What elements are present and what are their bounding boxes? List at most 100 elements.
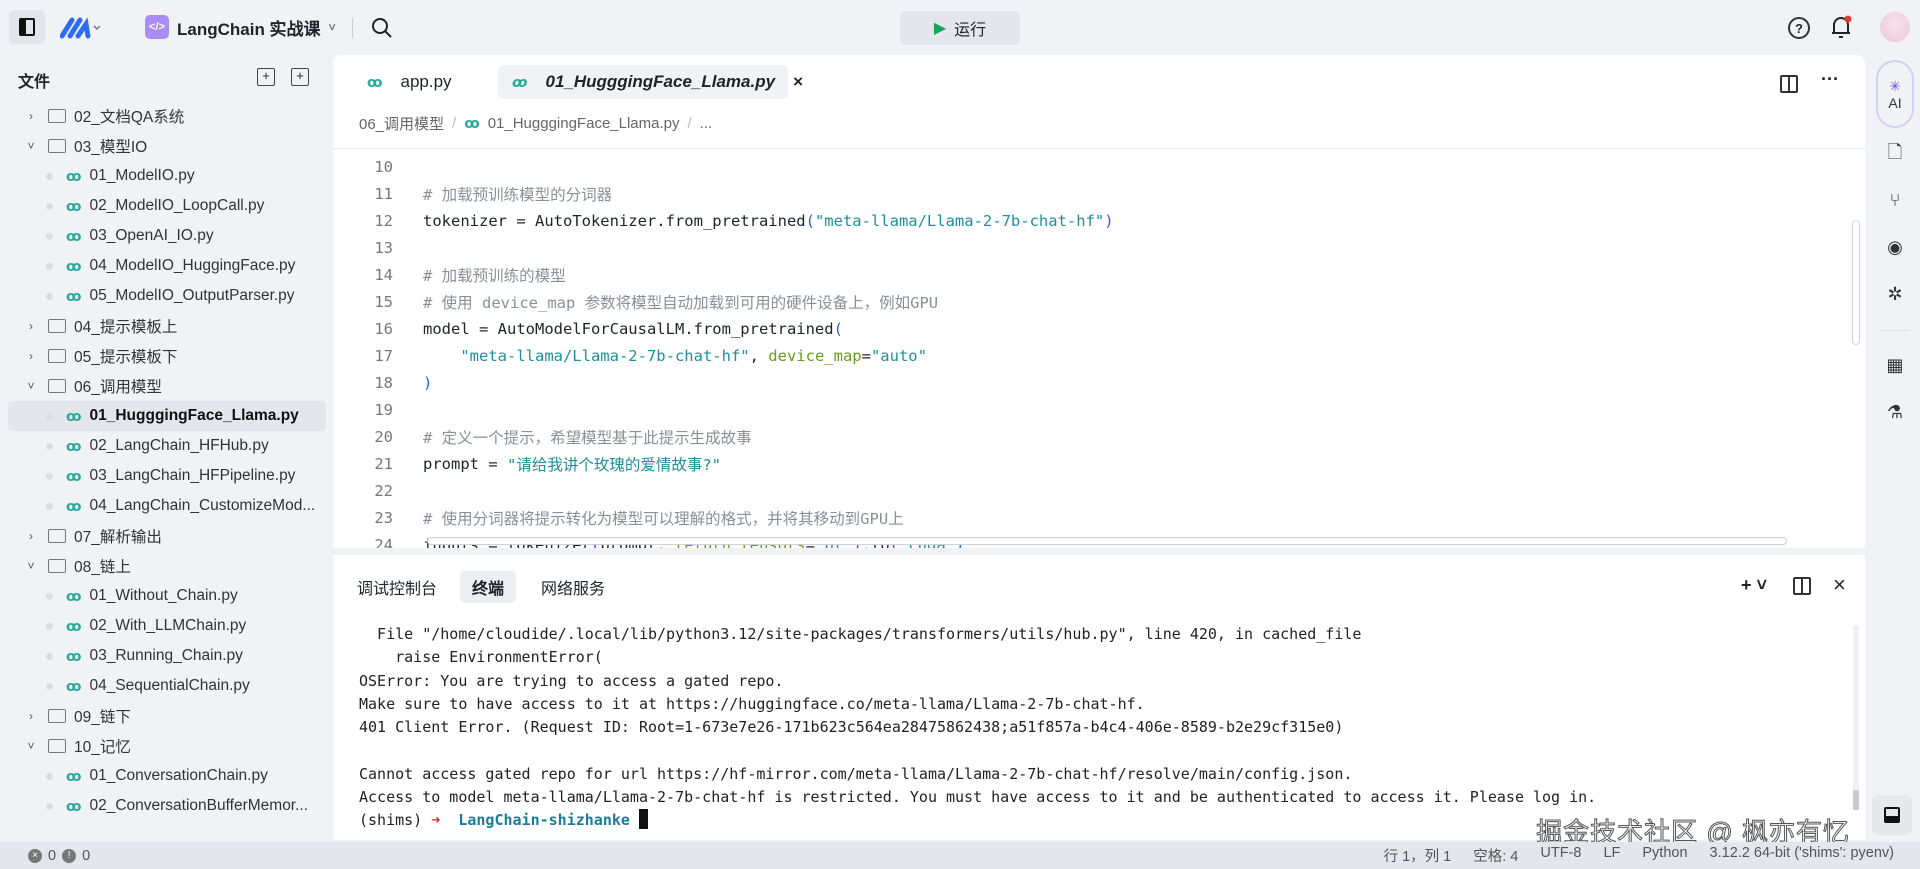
terminal-scrollbar[interactable]: [1853, 625, 1859, 810]
code-token: (: [833, 319, 843, 338]
breadcrumb-symbol[interactable]: ...: [700, 115, 713, 132]
run-label: 运行: [954, 22, 987, 39]
tree-file[interactable]: ꝏ 02_LangChain_HFHub.py: [0, 431, 330, 461]
editor-vertical-scrollbar[interactable]: [1852, 220, 1860, 345]
close-panel-icon[interactable]: ×: [1833, 572, 1846, 598]
terminal-output[interactable]: File "/home/cloudide/.local/lib/python3.…: [359, 623, 1596, 833]
code-line: 12 tokenizer = AutoTokenizer.from_pretrai…: [333, 207, 1833, 234]
tree-folder[interactable]: › 07_解析输出: [0, 521, 330, 551]
breadcrumb-file[interactable]: 01_HugggingFace_Llama.py: [488, 115, 680, 132]
code-line: 17 "meta-llama/Llama-2-7b-chat-hf", devi…: [333, 342, 1833, 369]
tree-file[interactable]: ꝏ 03_LangChain_HFPipeline.py: [0, 461, 330, 491]
tree-file[interactable]: ꝏ 04_LangChain_CustomizeMod...: [0, 491, 330, 521]
indentation[interactable]: 空格: 4: [1473, 845, 1518, 866]
tab-debug-console[interactable]: 调试控制台: [345, 571, 449, 603]
ai-assistant-button[interactable]: ✳ AI: [1876, 60, 1914, 128]
tree-label: 02_ConversationBufferMemor...: [89, 797, 309, 814]
tree-folder[interactable]: › 04_提示模板上: [0, 311, 330, 341]
tree-file[interactable]: ꝏ 01_HugggingFace_Llama.py: [8, 401, 326, 431]
tree-file[interactable]: ꝏ 04_SequentialChain.py: [0, 671, 330, 701]
tree-file[interactable]: ꝏ 02_ModelIO_LoopCall.py: [0, 191, 330, 221]
tree-label: 05_ModelIO_OutputParser.py: [89, 287, 295, 304]
code-line: 22: [333, 477, 1833, 504]
help-button[interactable]: ?: [1788, 17, 1810, 39]
toggle-panel-button[interactable]: [1872, 795, 1912, 835]
tab-app-py[interactable]: ꝏ app.py: [353, 65, 466, 99]
tab-terminal[interactable]: 终端: [460, 571, 517, 603]
indent-guide-dot: [46, 652, 53, 660]
python-interpreter[interactable]: 3.12.2 64-bit ('shims': pyenv): [1710, 845, 1894, 866]
preview-eye-icon[interactable]: ◉: [1878, 230, 1912, 264]
code-line: 14 # 加载预训练的模型: [333, 261, 1833, 288]
tree-file[interactable]: ꝏ 05_ModelIO_OutputParser.py: [0, 281, 330, 311]
tree-file[interactable]: ꝏ 02_ConversationBufferMemor...: [0, 791, 330, 821]
notifications-button[interactable]: [1830, 15, 1852, 39]
chevron-right-icon: ›: [29, 709, 33, 723]
tree-file[interactable]: ꝏ 01_Without_Chain.py: [0, 581, 330, 611]
breadcrumb-folder[interactable]: 06_调用模型: [359, 113, 444, 134]
line-ending[interactable]: LF: [1603, 845, 1620, 866]
code-line: 16 model = AutoModelForCausalLM.from_pret…: [333, 315, 1833, 342]
cursor-position[interactable]: 行 1，列 1: [1384, 845, 1452, 866]
split-terminal-icon[interactable]: [1793, 577, 1811, 595]
new-folder-icon[interactable]: +: [291, 68, 309, 86]
prompt-arrow: ➜: [431, 811, 441, 830]
search-button[interactable]: [370, 16, 394, 40]
tree-folder[interactable]: ˅ 03_模型IO: [0, 131, 330, 161]
source-control-icon[interactable]: ⑂: [1878, 183, 1912, 217]
tree-label: 04_提示模板上: [74, 319, 178, 336]
tree-file[interactable]: ꝏ 01_ModelIO.py: [0, 161, 330, 191]
code-token: "meta-llama/Llama-2-7b-chat-hf": [814, 211, 1105, 230]
sidebar-toggle-button[interactable]: [9, 10, 45, 44]
tree-file[interactable]: ꝏ 01_ConversationChain.py: [0, 761, 330, 791]
tree-label: 03_OpenAI_IO.py: [89, 227, 214, 244]
editor-horizontal-scrollbar[interactable]: [427, 537, 1787, 545]
marscode-logo[interactable]: [59, 14, 101, 40]
prompt-directory: LangChain-shizhanke: [458, 811, 630, 830]
run-button[interactable]: ▶ 运行: [900, 11, 1020, 45]
activity-bar: ✳ AI 🗋 ⑂ ◉ ✲ ▦ ⚗: [1870, 55, 1920, 835]
tab-hugggingface-llama[interactable]: ꝏ 01_HugggingFace_Llama.py ×: [498, 65, 803, 99]
testing-flask-icon[interactable]: ⚗: [1878, 395, 1912, 429]
breadcrumb-separator: /: [687, 115, 692, 132]
new-terminal-button[interactable]: + ˅: [1741, 575, 1767, 596]
folder-icon: [48, 139, 66, 153]
project-name: LangChain 实战课: [177, 19, 321, 39]
tree-folder[interactable]: ˅ 06_调用模型: [0, 371, 330, 401]
tree-folder[interactable]: › 09_链下: [0, 701, 330, 731]
user-avatar[interactable]: [1880, 12, 1910, 42]
terminal-line: Make sure to have access to it at https:…: [359, 694, 1145, 713]
tree-file[interactable]: ꝏ 03_Running_Chain.py: [0, 641, 330, 671]
encoding[interactable]: UTF-8: [1540, 845, 1581, 866]
tree-folder[interactable]: › 05_提示模板下: [0, 341, 330, 371]
project-selector[interactable]: </> LangChain 实战课 ˅: [145, 12, 336, 42]
tree-folder[interactable]: › 02_文档QA系统: [0, 101, 330, 131]
status-bar: × 0 ! 0 行 1，列 1 空格: 4 UTF-8 LF Python 3.12…: [0, 842, 1920, 869]
python-file-icon: ꝏ: [66, 797, 82, 814]
indent-guide-dot: [46, 772, 53, 780]
line-number: 21: [374, 454, 393, 473]
tree-file[interactable]: ꝏ 02_With_LLMChain.py: [0, 611, 330, 641]
tree-folder[interactable]: ˅ 08_链上: [0, 551, 330, 581]
indent-guide-dot: [46, 202, 53, 210]
close-tab-icon[interactable]: ×: [793, 72, 803, 92]
extensions-grid-icon[interactable]: ▦: [1878, 348, 1912, 382]
file-search-icon[interactable]: 🗋: [1878, 138, 1912, 172]
tree-folder[interactable]: ˅ 10_记忆: [0, 731, 330, 761]
code-area[interactable]: 10 11 # 加载预训练模型的分词器 12 tokenizer = AutoToken…: [333, 153, 1833, 549]
language-mode[interactable]: Python: [1642, 845, 1687, 866]
debug-bug-icon[interactable]: ✲: [1878, 277, 1912, 311]
code-line: 15 # 使用 device_map 参数将模型自动加载到可用的硬件设备上，例如G…: [333, 288, 1833, 315]
tree-label: 01_Without_Chain.py: [89, 587, 238, 604]
new-file-icon[interactable]: +: [257, 68, 275, 86]
tab-network-services[interactable]: 网络服务: [529, 571, 617, 603]
tree-file[interactable]: ꝏ 04_ModelIO_HuggingFace.py: [0, 251, 330, 281]
more-actions-icon[interactable]: ···: [1821, 69, 1839, 90]
warning-count: 0: [82, 847, 91, 864]
split-editor-icon[interactable]: [1780, 75, 1798, 93]
code-token: ): [1104, 211, 1114, 230]
line-number: 10: [374, 157, 393, 176]
folder-icon: [48, 739, 66, 753]
problems-indicator[interactable]: × 0 ! 0: [28, 848, 90, 864]
tree-file[interactable]: ꝏ 03_OpenAI_IO.py: [0, 221, 330, 251]
